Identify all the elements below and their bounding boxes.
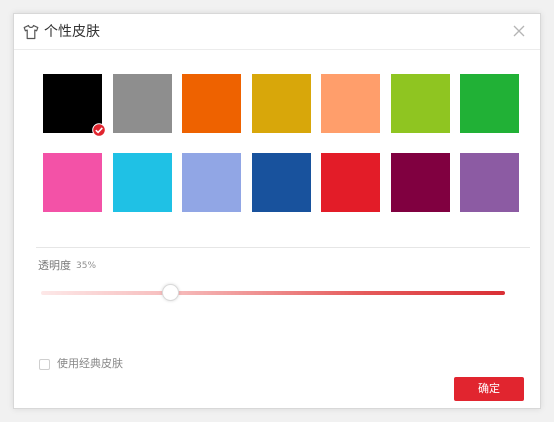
classic-skin-label[interactable]: 使用经典皮肤 [57, 357, 123, 371]
skin-swatch[interactable] [182, 74, 241, 133]
opacity-slider[interactable] [41, 284, 505, 301]
skin-swatch[interactable] [113, 153, 172, 212]
close-icon[interactable] [512, 24, 526, 38]
skin-dialog: 个性皮肤 透明度 35% 使用经典皮肤 确定 [13, 13, 541, 409]
skin-swatch[interactable] [252, 74, 311, 133]
skin-swatch[interactable] [43, 74, 106, 137]
check-circle-icon [92, 123, 106, 137]
opacity-slider-track[interactable] [41, 291, 505, 295]
skin-swatch[interactable] [182, 153, 241, 212]
skin-swatch[interactable] [460, 74, 519, 133]
confirm-button[interactable]: 确定 [454, 377, 524, 401]
skin-swatch[interactable] [321, 74, 380, 133]
skin-swatch[interactable] [391, 153, 450, 212]
tshirt-icon [23, 24, 39, 40]
classic-skin-checkbox[interactable] [39, 359, 50, 370]
skin-swatch[interactable] [321, 153, 380, 212]
opacity-value: 35% [76, 261, 97, 271]
skin-swatch[interactable] [43, 153, 102, 212]
opacity-label: 透明度 [38, 259, 71, 272]
dialog-header: 个性皮肤 [14, 14, 540, 50]
skin-swatch[interactable] [460, 153, 519, 212]
dialog-title: 个性皮肤 [44, 24, 100, 40]
divider [36, 247, 530, 248]
opacity-slider-thumb[interactable] [161, 284, 179, 301]
skin-swatch[interactable] [113, 74, 172, 133]
skin-swatch[interactable] [252, 153, 311, 212]
skin-swatch[interactable] [391, 74, 450, 133]
